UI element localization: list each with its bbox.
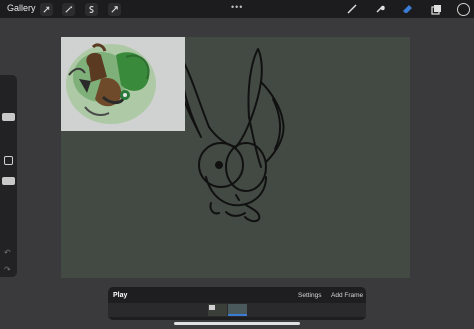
more-menu[interactable]: ••• xyxy=(231,2,243,12)
frame-thumbnail-selected[interactable] xyxy=(228,304,247,316)
left-sidebar xyxy=(0,75,17,277)
magic-wand-icon[interactable] xyxy=(62,3,75,16)
reference-artwork xyxy=(66,43,156,124)
eraser-icon[interactable] xyxy=(401,2,415,16)
reference-image[interactable] xyxy=(61,37,185,131)
brush-icon[interactable] xyxy=(345,2,359,16)
selection-icon[interactable] xyxy=(85,3,98,16)
layers-icon[interactable] xyxy=(429,2,443,16)
brush-opacity-slider[interactable] xyxy=(2,177,15,185)
color-picker-swatch[interactable] xyxy=(457,3,470,16)
frame-thumbnail[interactable] xyxy=(208,304,227,316)
frame-timeline[interactable] xyxy=(108,303,366,317)
brush-size-slider[interactable] xyxy=(2,113,15,121)
top-toolbar: Gallery ••• xyxy=(0,0,474,18)
modify-button[interactable] xyxy=(4,156,13,165)
smudge-icon[interactable] xyxy=(373,2,387,16)
gallery-button[interactable]: Gallery xyxy=(7,3,36,13)
play-button[interactable]: Play xyxy=(113,292,127,299)
animation-assist-bar: Play Settings Add Frame xyxy=(108,287,366,320)
settings-button[interactable]: Settings xyxy=(298,292,322,299)
transform-arrow-icon[interactable] xyxy=(108,3,121,16)
redo-icon[interactable]: ↷ xyxy=(4,265,11,274)
home-indicator xyxy=(174,322,300,325)
wrench-icon[interactable] xyxy=(40,3,53,16)
undo-icon[interactable]: ↶ xyxy=(4,248,11,257)
add-frame-button[interactable]: Add Frame xyxy=(331,292,363,299)
